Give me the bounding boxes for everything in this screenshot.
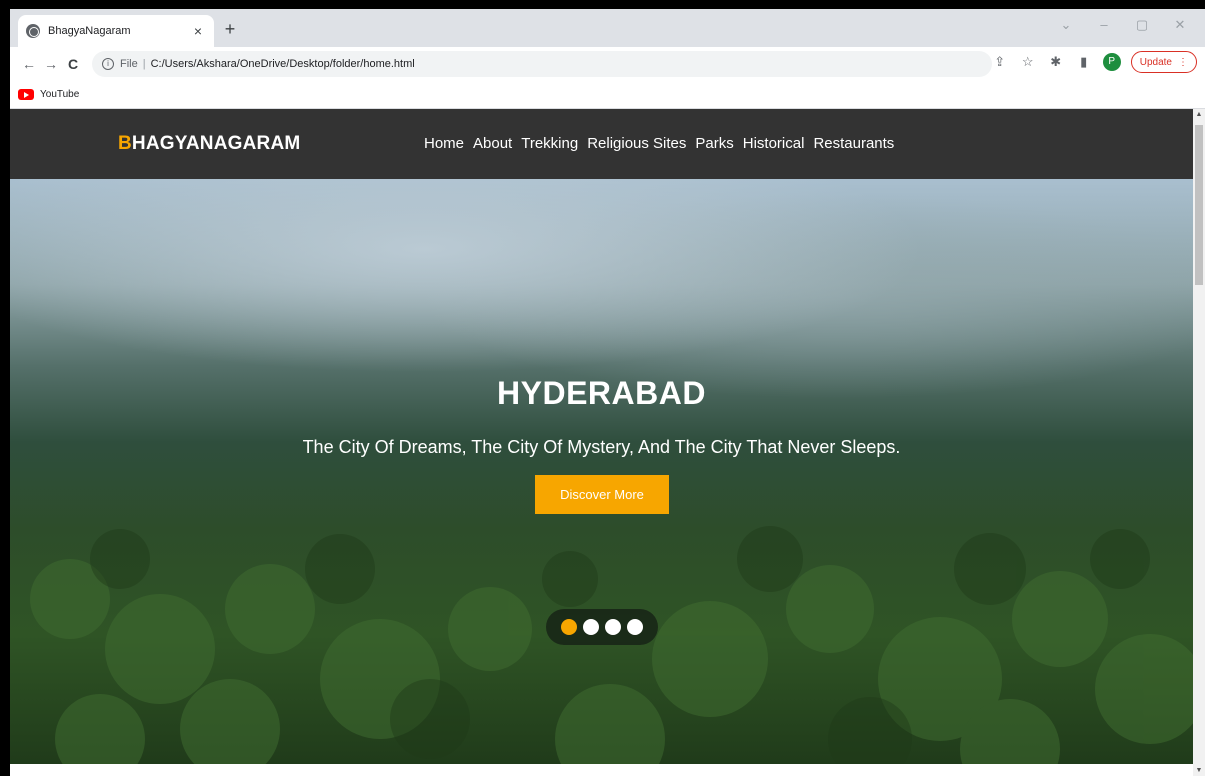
menu-religious-sites[interactable]: Religious Sites xyxy=(587,135,686,152)
bookmark-youtube[interactable]: YouTube xyxy=(40,89,79,100)
hero-subtitle: The City Of Dreams, The City Of Mystery,… xyxy=(302,437,901,457)
slide-dot-3[interactable] xyxy=(605,619,621,635)
scroll-down-icon[interactable]: ▼ xyxy=(1193,767,1205,774)
next-section-edge xyxy=(10,764,1193,776)
scrollbar-thumb[interactable] xyxy=(1195,125,1203,285)
window-controls: ⌄ – ▢ ✕ xyxy=(1047,17,1199,33)
menu-trekking[interactable]: Trekking xyxy=(521,135,578,152)
close-window-icon[interactable]: ✕ xyxy=(1161,17,1199,33)
url-text[interactable]: C:/Users/Akshara/OneDrive/Desktop/folder… xyxy=(151,58,415,70)
globe-icon xyxy=(26,24,40,38)
browser-toolbar: ← → C i File | C:/Users/Akshara/OneDrive… xyxy=(10,47,1205,81)
minimize-icon[interactable]: – xyxy=(1085,17,1123,33)
back-icon[interactable]: ← xyxy=(18,56,40,72)
tab-title: BhagyaNagaram xyxy=(48,25,131,37)
page-viewport: BHAGYANAGARAM Home About Trekking Religi… xyxy=(10,109,1205,776)
menu-home[interactable]: Home xyxy=(424,135,464,152)
tab-bhagyanagaram[interactable]: BhagyaNagaram × xyxy=(18,15,214,47)
bookmark-star-icon[interactable]: ☆ xyxy=(1019,54,1037,70)
tab-strip: BhagyaNagaram × + ⌄ – ▢ ✕ xyxy=(10,9,1205,47)
update-button[interactable]: Update ⋮ xyxy=(1130,51,1197,73)
scroll-up-icon[interactable]: ▲ xyxy=(1193,111,1205,118)
slide-dot-1[interactable] xyxy=(561,619,577,635)
maximize-icon[interactable]: ▢ xyxy=(1123,17,1161,33)
update-label: Update xyxy=(1139,56,1172,68)
extensions-icon[interactable]: ✱ xyxy=(1047,54,1065,70)
menu-dots-icon: ⋮ xyxy=(1178,56,1188,68)
share-icon[interactable]: ⇪ xyxy=(991,54,1009,70)
reload-icon[interactable]: C xyxy=(62,56,84,72)
side-panel-icon[interactable]: ▮ xyxy=(1075,54,1093,70)
tab-search-icon[interactable]: ⌄ xyxy=(1047,17,1085,33)
slide-dot-2[interactable] xyxy=(583,619,599,635)
menu-historical[interactable]: Historical xyxy=(743,135,805,152)
discover-more-button[interactable]: Discover More xyxy=(535,475,669,514)
site-navbar: BHAGYANAGARAM Home About Trekking Religi… xyxy=(10,109,1193,179)
menu-about[interactable]: About xyxy=(473,135,512,152)
bookmarks-bar: YouTube xyxy=(10,81,1205,109)
profile-avatar[interactable]: P xyxy=(1102,53,1121,71)
url-separator: | xyxy=(142,58,146,70)
main-menu: Home About Trekking Religious Sites Park… xyxy=(424,135,894,152)
new-tab-button[interactable]: + xyxy=(219,19,241,40)
page-scrollbar[interactable]: ▲ ▼ xyxy=(1193,109,1205,776)
menu-parks[interactable]: Parks xyxy=(695,135,733,152)
slide-dot-4[interactable] xyxy=(627,619,643,635)
tab-close-icon[interactable]: × xyxy=(190,23,206,39)
forward-icon[interactable]: → xyxy=(40,56,62,72)
forest-background-image xyxy=(30,526,1193,764)
toolbar-actions: ⇪ ☆ ✱ ▮ P Update ⋮ xyxy=(991,51,1197,73)
scheme-label: File xyxy=(120,58,138,70)
site-logo[interactable]: BHAGYANAGARAM xyxy=(118,133,300,155)
address-bar[interactable]: i File | C:/Users/Akshara/OneDrive/Deskt… xyxy=(92,51,992,77)
browser-window: BhagyaNagaram × + ⌄ – ▢ ✕ ← → C i File |… xyxy=(10,9,1205,776)
menu-restaurants[interactable]: Restaurants xyxy=(813,135,894,152)
site-info-icon[interactable]: i xyxy=(102,58,114,70)
logo-text: HAGYANAGARAM xyxy=(131,133,301,154)
hero-banner: HYDERABAD The City Of Dreams, The City O… xyxy=(10,179,1193,764)
slider-indicators xyxy=(546,609,658,645)
logo-accent-letter: B xyxy=(118,133,132,154)
hero-title: HYDERABAD xyxy=(497,375,706,411)
youtube-icon xyxy=(18,89,34,100)
